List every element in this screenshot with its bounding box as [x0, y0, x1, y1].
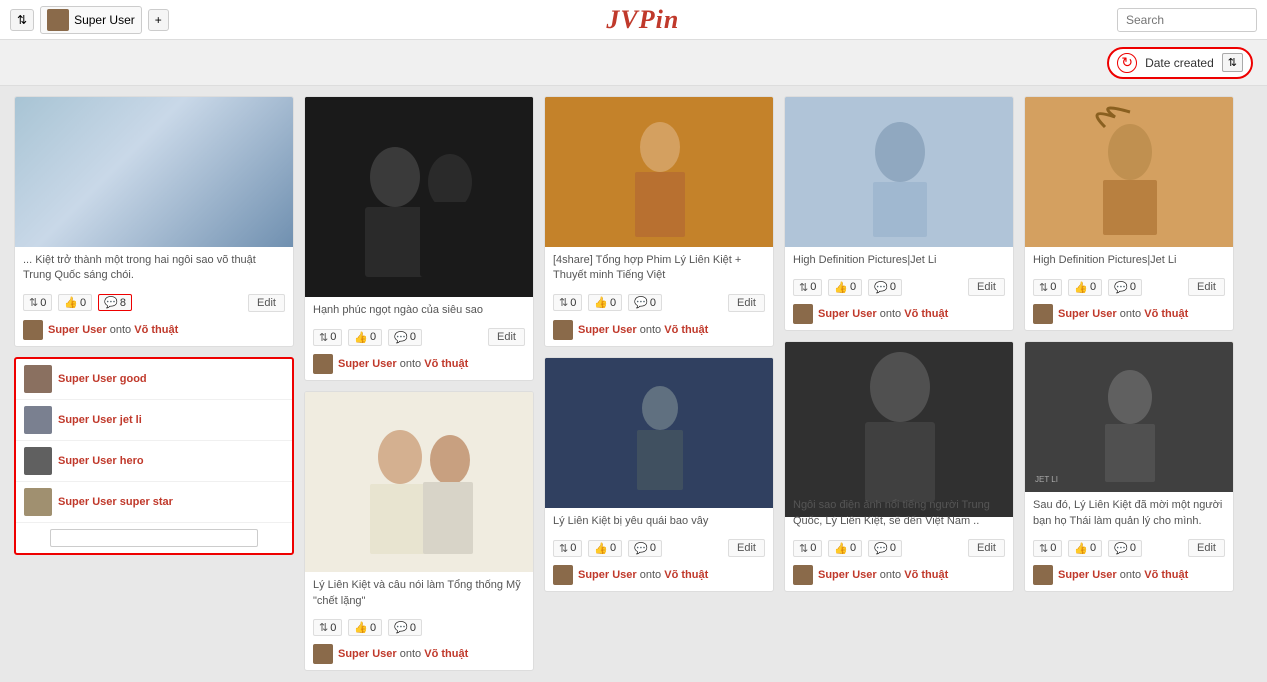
pin-user-row: Super User onto Võ thuật: [545, 561, 773, 591]
column-1: ... Kiệt trở thành một trong hai ngôi sa…: [14, 96, 294, 555]
avatar: [793, 304, 813, 324]
pin-user-text: Super User onto Võ thuật: [578, 569, 708, 581]
like-button[interactable]: 👍 0: [1068, 279, 1102, 296]
pin-actions: ⇅ 0 👍 0 💬 0: [305, 615, 533, 640]
like-button[interactable]: 👍 0: [828, 279, 862, 296]
pin-actions: ⇅ 0 👍 0 💬 0 Edit: [785, 274, 1013, 300]
pin-description: High Definition Pictures|Jet Li: [785, 247, 1013, 274]
search-input[interactable]: [1117, 8, 1257, 32]
pin-user-row: Super User onto Võ thuật: [785, 561, 1013, 591]
sort-area: ↻ Date created ⇅: [1107, 47, 1253, 79]
pin-image: [785, 342, 1013, 492]
comment-button[interactable]: 💬 0: [868, 279, 902, 296]
avatar: [313, 644, 333, 664]
pin-description: Ngôi sao điện ảnh nổi tiếng người Trung …: [785, 492, 1013, 535]
pin-user-row: Super User onto Võ thuật: [1025, 300, 1233, 330]
pin-user-row: Super User onto Võ thuật: [1025, 561, 1233, 591]
pin-actions: ⇅ 0 👍 0 💬 0 Edit: [785, 535, 1013, 561]
column-5: High Definition Pictures|Jet Li ⇅ 0 👍 0 …: [1024, 96, 1234, 592]
pin-card: High Definition Pictures|Jet Li ⇅ 0 👍 0 …: [1024, 96, 1234, 331]
pin-user-row: Super User onto Võ thuật: [785, 300, 1013, 330]
refresh-button[interactable]: ↻: [1117, 53, 1137, 73]
pin-actions: ⇅ 0 👍 0 💬 0 Edit: [1025, 535, 1233, 561]
like-button[interactable]: 👍 0: [588, 540, 622, 557]
pin-user-text: Super User onto Võ thuật: [818, 569, 948, 581]
comment-button[interactable]: 💬 0: [868, 540, 902, 557]
like-button[interactable]: 👍 0: [828, 540, 862, 557]
edit-button[interactable]: Edit: [968, 539, 1005, 557]
pin-user-text: Super User onto Võ thuật: [338, 648, 468, 660]
pin-card: Ngôi sao điện ảnh nổi tiếng người Trung …: [784, 341, 1014, 592]
main-content: ... Kiệt trở thành một trong hai ngôi sa…: [0, 86, 1267, 681]
pin-image: [1025, 97, 1233, 247]
repin-button[interactable]: ⇅ 0: [793, 540, 822, 557]
sort-label: Date created: [1141, 56, 1218, 70]
pin-card: ... Kiệt trở thành một trong hai ngôi sa…: [14, 96, 294, 347]
filter-button[interactable]: ⇅: [1222, 53, 1243, 72]
repin-button[interactable]: ⇅ 0: [1033, 279, 1062, 296]
edit-button[interactable]: Edit: [728, 539, 765, 557]
add-board-row: [16, 523, 292, 553]
avatar: [1033, 304, 1053, 324]
avatar: [793, 565, 813, 585]
pin-card: High Definition Pictures|Jet Li ⇅ 0 👍 0 …: [784, 96, 1014, 331]
pin-user-text: Super User onto Võ thuật: [818, 308, 948, 320]
comment-button[interactable]: 💬 0: [628, 540, 662, 557]
edit-button[interactable]: Edit: [968, 278, 1005, 296]
column-4: High Definition Pictures|Jet Li ⇅ 0 👍 0 …: [784, 96, 1014, 592]
pin-description: Sau đó, Lý Liên Kiệt đã mời một người bạ…: [1025, 492, 1233, 535]
repin-button[interactable]: ⇅ 0: [793, 279, 822, 296]
comment-button[interactable]: 💬 0: [1108, 540, 1142, 557]
edit-button[interactable]: Edit: [1188, 539, 1225, 557]
edit-button[interactable]: Edit: [1188, 278, 1225, 296]
pin-user-row: Super User onto Võ thuật: [305, 640, 533, 670]
avatar: [553, 565, 573, 585]
repin-button[interactable]: ⇅ 0: [313, 619, 342, 636]
repin-button[interactable]: ⇅ 0: [1033, 540, 1062, 557]
pin-user-text: Super User onto Võ thuật: [1058, 569, 1188, 581]
pin-actions: ⇅ 0 👍 0 💬 0 Edit: [1025, 274, 1233, 300]
pin-image: [15, 97, 293, 247]
pin-description: High Definition Pictures|Jet Li: [1025, 247, 1233, 274]
comment-button[interactable]: 💬 0: [388, 619, 422, 636]
repin-button[interactable]: ⇅ 0: [553, 540, 582, 557]
pin-description: Lý Liên Kiệt và câu nói làm Tổng thống M…: [305, 572, 533, 615]
comment-button[interactable]: 💬 0: [1108, 279, 1142, 296]
pin-actions: ⇅ 0 👍 0 💬 0 Edit: [545, 535, 773, 561]
avatar: [1033, 565, 1053, 585]
svg-text:JET LI: JET LI: [1035, 475, 1058, 484]
pin-card: JET LI Sau đó, Lý Liên Kiệt đã mời một n…: [1024, 341, 1234, 592]
pin-image: JET LI: [1025, 342, 1233, 492]
pin-user-text: Super User onto Võ thuật: [1058, 308, 1188, 320]
pin-image: [785, 97, 1013, 247]
like-button[interactable]: 👍 0: [348, 619, 382, 636]
search-container: [1117, 8, 1257, 32]
like-button[interactable]: 👍 0: [1068, 540, 1102, 557]
add-board-input[interactable]: [50, 529, 258, 547]
